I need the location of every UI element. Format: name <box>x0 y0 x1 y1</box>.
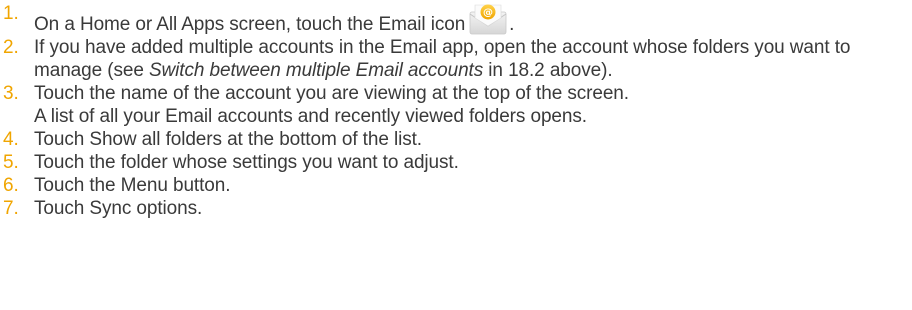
step-number: 3. <box>3 83 19 104</box>
step-4: 4. Touch Show all folders at the bottom … <box>0 128 912 151</box>
step-text: Touch the Menu button. <box>34 175 231 196</box>
step-5: 5. Touch the folder whose settings you w… <box>0 151 912 174</box>
step-number: 4. <box>3 129 19 150</box>
step-text-period: . <box>509 14 515 35</box>
step-text-after: in 18.2 above). <box>483 60 613 81</box>
email-app-icon: @ <box>467 2 509 36</box>
step-number: 5. <box>3 152 19 173</box>
step-number: 2. <box>3 37 19 58</box>
step-3: 3. Touch the name of the account you are… <box>0 82 912 128</box>
step-text: On a Home or All Apps screen, touch the … <box>34 14 466 35</box>
step-result-text: A list of all your Email accounts and re… <box>34 106 587 127</box>
step-text: Touch Show all folders at the bottom of … <box>34 129 422 150</box>
cross-reference-link: Switch between multiple Email accounts <box>148 60 484 81</box>
step-6: 6. Touch the Menu button. <box>0 174 912 197</box>
step-text: If you have added multiple accounts in t… <box>34 37 850 81</box>
svg-text:@: @ <box>483 8 493 19</box>
step-text: Touch the folder whose settings you want… <box>34 152 459 173</box>
step-1: 1. On a Home or All Apps screen, touch t… <box>0 2 912 36</box>
step-7: 7. Touch Sync options. <box>0 197 912 220</box>
step-number: 7. <box>3 198 19 219</box>
instruction-steps: 1. On a Home or All Apps screen, touch t… <box>0 0 912 220</box>
step-2: 2. If you have added multiple accounts i… <box>0 36 912 82</box>
step-number: 6. <box>3 175 19 196</box>
step-number: 1. <box>3 3 19 24</box>
step-text: Touch Sync options. <box>34 198 203 219</box>
step-text: Touch the name of the account you are vi… <box>34 83 629 104</box>
